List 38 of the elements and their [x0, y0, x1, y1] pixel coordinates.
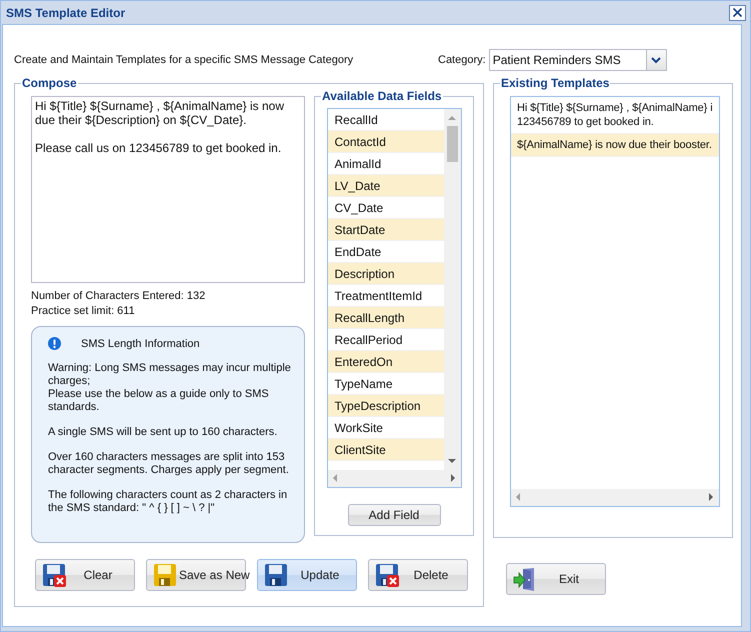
characters-entered-text: Number of Characters Entered: 132	[31, 289, 206, 304]
floppy-disk-x-icon	[42, 563, 66, 587]
vertical-scrollbar[interactable]	[444, 109, 460, 470]
data-field-item[interactable]: ClientSite	[328, 439, 444, 461]
data-field-item[interactable]: EnteredOn	[328, 351, 444, 373]
category-label: Category:	[438, 54, 486, 66]
info-paragraph: Warning: Long SMS messages may incur multiple charges; Please use the below as a guide only to SMS standards.	[48, 362, 292, 414]
door-arrow-icon	[513, 567, 537, 591]
description-text: Create and Maintain Templates for a specific SMS Message Category	[14, 54, 354, 66]
delete-button[interactable]: Delete	[368, 559, 468, 591]
data-fields-legend: Available Data Fields	[321, 89, 443, 103]
message-field[interactable]: Hi ${Title} ${Surname} , ${AnimalName} is now due their ${Description} on ${CV_Date}. Please call us on 123456789 to get booked in.	[31, 96, 305, 283]
clear-button[interactable]: Clear	[35, 559, 135, 591]
templates-legend: Existing Templates	[500, 76, 610, 90]
floppy-disk-x-icon	[375, 563, 399, 587]
data-field-item[interactable]: RecallLength	[328, 307, 444, 329]
info-title: SMS Length Information	[81, 338, 200, 350]
data-field-item[interactable]: ContactId	[328, 131, 444, 153]
info-paragraph: A single SMS will be sent up to 160 characters.	[48, 426, 278, 439]
practice-limit-text: Practice set limit: 611	[31, 304, 136, 319]
data-field-item[interactable]: TypeDescription	[328, 395, 444, 417]
compose-legend: Compose	[21, 76, 78, 90]
data-field-item[interactable]: StartDate	[328, 219, 444, 241]
template-item[interactable]: ${AnimalName} is now due their booster.	[511, 134, 719, 157]
info-paragraph: Over 160 characters messages are split into 153 character segments. Charges apply per segment.	[48, 451, 290, 477]
info-paragraph: The following characters count as 2 characters in the SMS standard: " ^ { } [ ] ~ \ ? |"	[48, 489, 288, 515]
update-button[interactable]: Update	[257, 559, 357, 591]
window-title: SMS Template Editor	[6, 6, 126, 20]
add-field-button[interactable]: Add Field	[348, 504, 440, 526]
close-button[interactable]	[729, 4, 746, 20]
close-icon	[732, 7, 743, 18]
category-dropdown[interactable]: Patient Reminders SMS	[488, 49, 667, 71]
data-field-item[interactable]: LV_Date	[328, 175, 444, 197]
horizontal-scrollbar[interactable]	[328, 470, 460, 487]
info-icon	[48, 337, 61, 350]
horizontal-scrollbar[interactable]	[511, 489, 719, 506]
exit-button[interactable]: Exit	[506, 563, 606, 595]
data-field-item[interactable]: Description	[328, 263, 444, 285]
